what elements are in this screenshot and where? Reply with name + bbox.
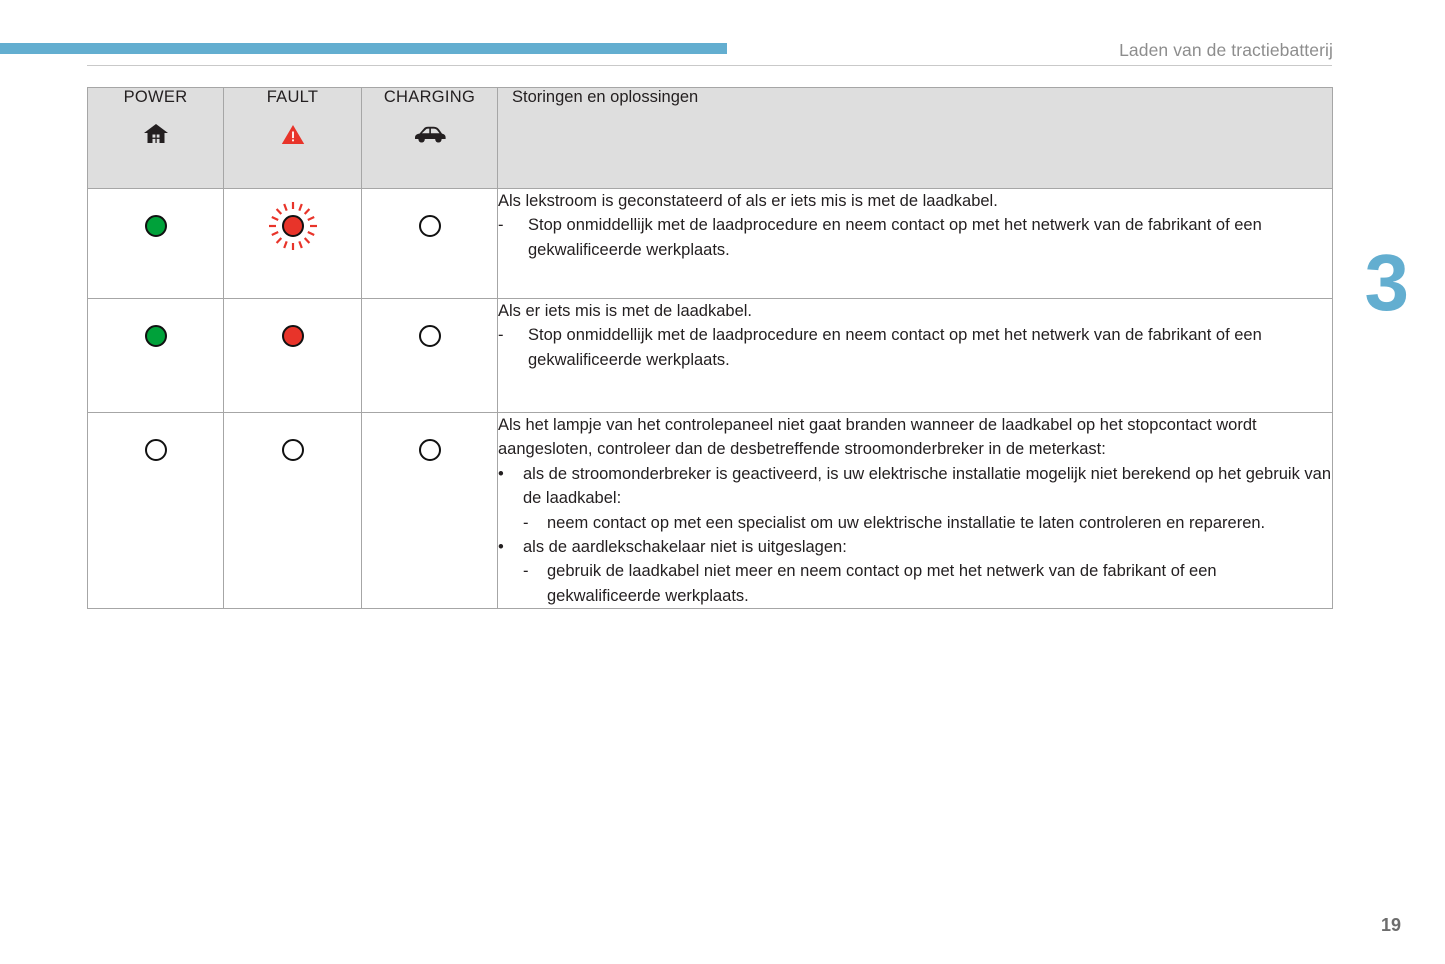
charging-lamp-off xyxy=(418,439,441,461)
list-item: - gebruik de laadkabel niet meer en neem… xyxy=(498,559,1332,608)
lamp-cell-charging xyxy=(361,298,498,413)
table-row: Als lekstroom is geconstateerd of als er… xyxy=(87,188,1333,299)
lamp-cell-power xyxy=(87,298,224,413)
column-header-power: POWER xyxy=(87,87,224,189)
list-item-text: Stop onmiddellijk met de laadprocedure e… xyxy=(528,326,1262,369)
fault-indicator-table: POWER FAULT CHARGING Storingen en oploss… xyxy=(87,87,1333,610)
list-item: - neem contact op met een specialist om … xyxy=(498,511,1332,535)
table-body: Als lekstroom is geconstateerd of als er… xyxy=(87,188,1333,610)
lamp-cell-fault xyxy=(223,411,362,610)
lamp-cell-charging xyxy=(361,411,498,610)
list-item: • als de stroomonderbreker is geactiveer… xyxy=(498,462,1332,511)
lamp-core-red xyxy=(281,215,304,237)
fault-lamp-red-blinking xyxy=(267,200,319,252)
column-label-description: Storingen en oplossingen xyxy=(512,88,699,106)
list-marker: • xyxy=(498,464,504,483)
column-label-charging: CHARGING xyxy=(383,88,476,106)
lamp-cell-power xyxy=(87,188,224,299)
warning-triangle-icon xyxy=(281,123,305,145)
description-cell: Als lekstroom is geconstateerd of als er… xyxy=(497,188,1333,299)
list-item-text: gebruik de laadkabel niet meer en neem c… xyxy=(547,562,1217,605)
page-title: Laden van de tractiebatterij xyxy=(1119,40,1333,60)
fault-lamp-off xyxy=(281,439,304,461)
charging-lamp-off xyxy=(418,215,441,237)
header-accent-bar xyxy=(0,43,727,54)
table-header: POWER FAULT CHARGING Storingen en oploss… xyxy=(87,87,1333,189)
power-lamp-green xyxy=(144,215,167,237)
description-cell: Als het lampje van het controlepaneel ni… xyxy=(497,411,1333,610)
power-lamp-green xyxy=(144,325,167,347)
list-item-text: als de stroomonderbreker is geactiveerd,… xyxy=(523,464,1332,508)
description-intro: Als er iets mis is met de laadkabel. xyxy=(498,302,753,320)
list-marker: • xyxy=(498,538,504,557)
column-header-description: Storingen en oplossingen xyxy=(497,87,1333,189)
list-marker: - xyxy=(498,326,504,345)
description-cell: Als er iets mis is met de laadkabel. - S… xyxy=(497,298,1333,413)
table-header-row: POWER FAULT CHARGING Storingen en oploss… xyxy=(87,87,1333,189)
table-row: Als het lampje van het controlepaneel ni… xyxy=(87,411,1333,610)
column-header-charging: CHARGING xyxy=(361,87,498,189)
header-divider-rule xyxy=(87,65,1332,66)
charging-lamp-off xyxy=(418,325,441,347)
list-item: - Stop onmiddellijk met de laadprocedure… xyxy=(498,213,1332,262)
list-item-text: als de aardlekschakelaar niet is uitgesl… xyxy=(523,538,847,557)
lamp-cell-power xyxy=(87,411,224,610)
lamp-cell-fault xyxy=(223,188,362,299)
chapter-number: 3 xyxy=(1364,238,1410,327)
list-marker: - xyxy=(523,513,529,532)
lamp-cell-fault xyxy=(223,298,362,413)
house-icon xyxy=(143,123,169,145)
list-item-text: Stop onmiddellijk met de laadprocedure e… xyxy=(528,216,1262,259)
description-intro: Als het lampje van het controlepaneel ni… xyxy=(498,416,1257,459)
list-item: • als de aardlekschakelaar niet is uitge… xyxy=(498,535,1332,559)
list-marker: - xyxy=(523,562,529,581)
column-label-power: POWER xyxy=(123,88,188,106)
page-header: Laden van de tractiebatterij xyxy=(0,0,1445,72)
table-row: Als er iets mis is met de laadkabel. - S… xyxy=(87,298,1333,413)
fault-lamp-red xyxy=(281,325,304,347)
list-item-text: neem contact op met een specialist om uw… xyxy=(547,513,1266,532)
list-item: - Stop onmiddellijk met de laadprocedure… xyxy=(498,323,1332,372)
description-intro: Als lekstroom is geconstateerd of als er… xyxy=(498,192,998,210)
column-label-fault: FAULT xyxy=(266,88,319,106)
column-header-fault: FAULT xyxy=(223,87,362,189)
page-number: 19 xyxy=(1380,915,1401,935)
car-icon xyxy=(413,123,447,145)
lamp-cell-charging xyxy=(361,188,498,299)
list-marker: - xyxy=(498,216,504,235)
power-lamp-off xyxy=(144,439,167,461)
